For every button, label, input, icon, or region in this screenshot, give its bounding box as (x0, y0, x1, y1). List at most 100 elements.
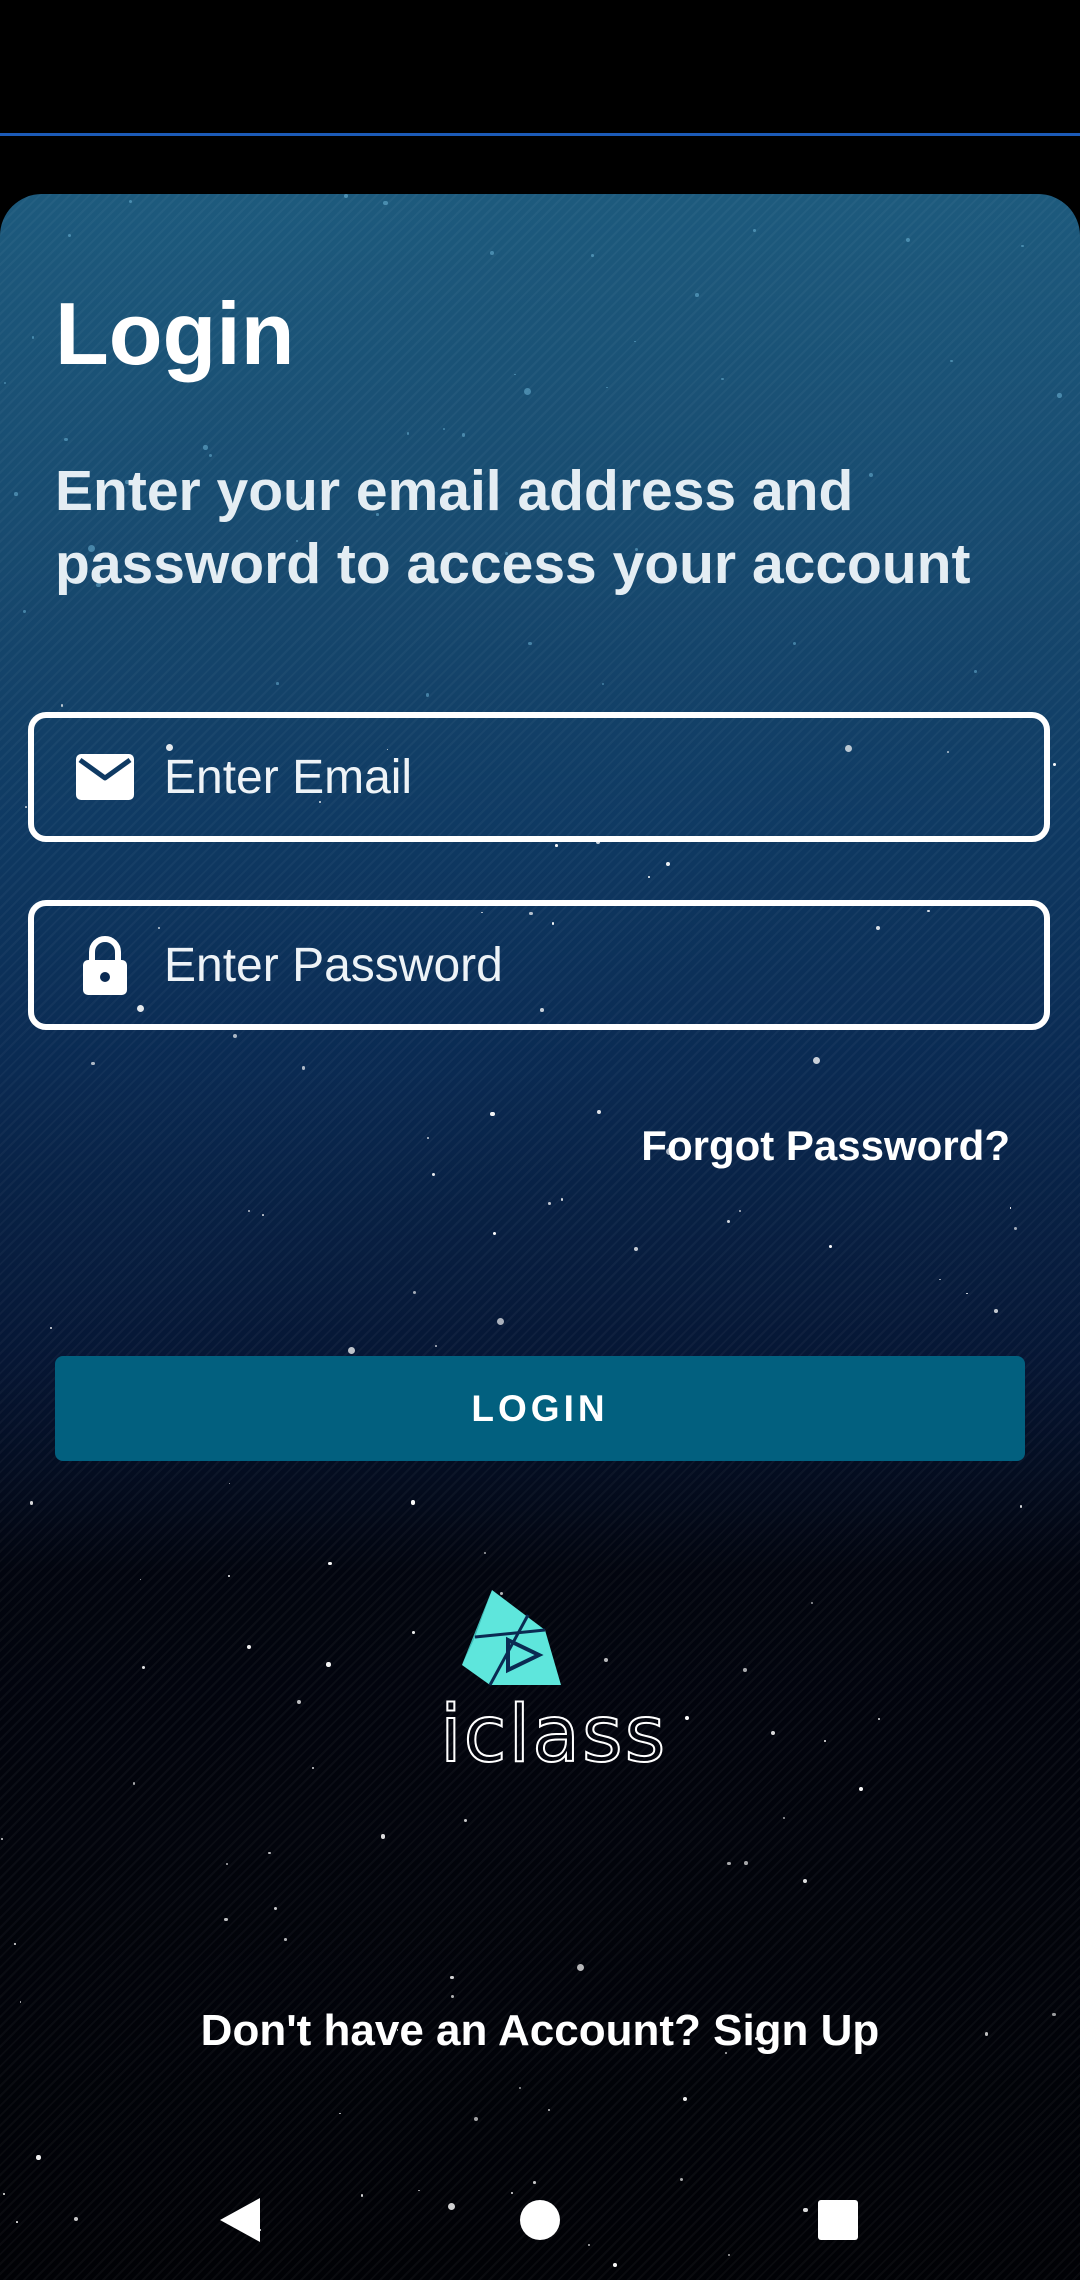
recents-icon[interactable] (798, 2180, 878, 2260)
back-icon[interactable] (200, 2180, 280, 2260)
star (792, 641, 797, 646)
star (1009, 1207, 1012, 1210)
status-bar (0, 0, 1080, 136)
star (828, 1244, 833, 1248)
star (410, 1500, 416, 1505)
star (606, 386, 608, 389)
star (339, 2112, 341, 2115)
star (328, 1561, 333, 1566)
star (973, 669, 977, 673)
star (13, 1943, 16, 1946)
star (262, 1214, 265, 1216)
star (727, 1219, 731, 1223)
star (64, 437, 68, 442)
star (548, 1202, 551, 1206)
forgot-password-link[interactable]: Forgot Password? (641, 1122, 1010, 1170)
star (14, 492, 19, 496)
star (523, 387, 531, 395)
star (247, 1645, 252, 1650)
star (633, 340, 636, 343)
star (528, 642, 532, 646)
star (577, 1964, 585, 1972)
star (203, 445, 208, 450)
star (275, 681, 279, 685)
star (1020, 1505, 1023, 1508)
star (301, 1066, 306, 1070)
star (141, 1666, 145, 1670)
star (461, 433, 466, 437)
star (273, 1906, 277, 1911)
star (226, 1863, 229, 1866)
star (463, 1819, 468, 1823)
star (484, 1551, 487, 1555)
star (682, 2096, 688, 2102)
star (877, 1718, 880, 1721)
star (450, 1994, 454, 1998)
star (727, 1862, 731, 1866)
email-placeholder: Enter Email (164, 750, 413, 804)
star (268, 1851, 272, 1855)
star (49, 1326, 53, 1329)
star (519, 2086, 522, 2089)
home-icon[interactable] (500, 2180, 580, 2260)
star (1057, 393, 1062, 398)
star (648, 875, 650, 878)
star (283, 1937, 287, 1941)
star (383, 201, 388, 206)
star (858, 1786, 863, 1792)
star (25, 806, 27, 808)
star (228, 1575, 230, 1577)
star (19, 2001, 22, 2003)
star (36, 2155, 41, 2160)
star (296, 1699, 302, 1705)
star (1021, 245, 1024, 248)
star (406, 432, 410, 436)
star (770, 1730, 775, 1736)
login-button[interactable]: LOGIN (55, 1356, 1025, 1461)
password-field[interactable]: Enter Password (28, 900, 1050, 1030)
star (1013, 1227, 1017, 1231)
star (492, 1231, 497, 1236)
password-placeholder: Enter Password (164, 938, 503, 992)
star (29, 1501, 34, 1505)
star (665, 861, 670, 866)
star (490, 1111, 495, 1116)
star (4, 382, 7, 385)
star (228, 1482, 231, 1485)
star (490, 251, 495, 255)
star (906, 237, 911, 242)
star (633, 1247, 638, 1252)
star (590, 254, 594, 258)
star (513, 373, 516, 376)
star (753, 228, 757, 232)
system-navigation-bar (0, 2160, 1080, 2280)
star (497, 1317, 505, 1325)
star (132, 1782, 136, 1785)
star (247, 1209, 251, 1213)
star (950, 359, 953, 362)
star (0, 1838, 3, 1841)
star (720, 377, 724, 381)
star (311, 1766, 314, 1770)
signup-link[interactable]: Don't have an Account? Sign Up (0, 2006, 1080, 2056)
star (61, 704, 64, 707)
star (685, 1715, 690, 1721)
star (548, 2108, 551, 2111)
star (555, 843, 559, 847)
logo-wordmark: iclass (439, 1689, 668, 1781)
star (939, 1278, 942, 1281)
lock-icon (70, 930, 140, 1000)
email-field[interactable]: Enter Email (28, 712, 1050, 842)
page-subtitle: Enter your email address and password to… (55, 459, 971, 596)
star (602, 682, 605, 685)
star (803, 1878, 808, 1883)
star (67, 234, 71, 238)
star (738, 1209, 741, 1212)
star (413, 1290, 417, 1295)
star (91, 1061, 95, 1065)
star (128, 200, 133, 204)
star (782, 1816, 785, 1819)
star (744, 1861, 749, 1866)
star (561, 1198, 564, 1201)
star (435, 1344, 438, 1347)
